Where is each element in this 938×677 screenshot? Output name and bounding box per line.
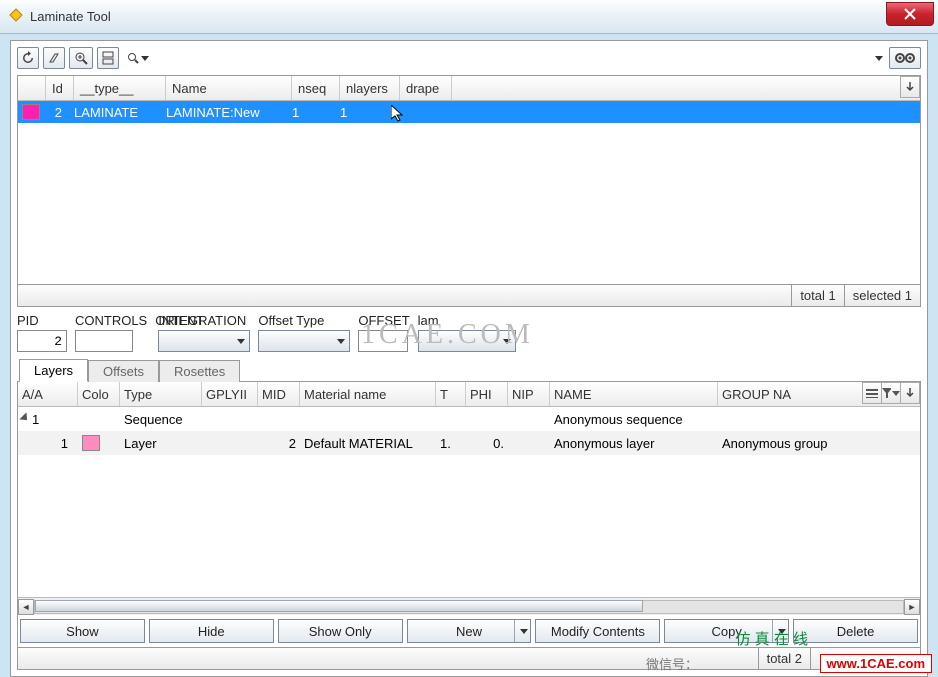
tab-layers[interactable]: Layers	[19, 359, 88, 382]
col-drape[interactable]: drape	[400, 76, 452, 100]
col-nip[interactable]: NIP	[508, 382, 550, 406]
close-button[interactable]	[886, 2, 934, 26]
hide-button[interactable]: Hide	[149, 619, 274, 643]
search-dropdown[interactable]	[123, 47, 153, 69]
pid-input[interactable]	[17, 330, 67, 352]
settings-icon[interactable]	[889, 47, 921, 69]
col-ltype[interactable]: Type	[120, 382, 202, 406]
col-matname[interactable]: Material name	[300, 382, 436, 406]
col-mid[interactable]: MID	[258, 382, 300, 406]
window-body: Id __type__ Name nseq nlayers drape 2 LA…	[10, 40, 928, 677]
integration-combo[interactable]	[158, 330, 250, 352]
col-menu-down-icon[interactable]	[900, 76, 920, 98]
cn-overlay: 仿 真 在 线	[735, 628, 808, 649]
show-button[interactable]: Show	[20, 619, 145, 643]
col-aa[interactable]: A/A	[18, 382, 78, 406]
zoom-plus-icon[interactable]	[69, 47, 93, 69]
tab-offsets[interactable]: Offsets	[88, 360, 159, 382]
horizontal-scrollbar[interactable]: ◄ ►	[18, 597, 920, 615]
cell-name: LAMINATE:New	[160, 103, 286, 122]
laminates-body[interactable]: 2 LAMINATE LAMINATE:New 1 1	[18, 101, 920, 284]
status-total: total 1	[791, 285, 843, 306]
col-gply[interactable]: GPLYII	[202, 382, 258, 406]
col-lname[interactable]: NAME	[550, 382, 718, 406]
status-selected: selected 1	[844, 285, 920, 306]
chevron-down-icon	[141, 56, 149, 61]
controls-input[interactable]	[75, 330, 133, 352]
cell-type: LAMINATE	[68, 103, 160, 122]
label-integration: INTEGRATION	[158, 313, 250, 328]
columns-icon[interactable]	[862, 382, 882, 404]
cell-drape	[394, 110, 446, 114]
app-icon	[8, 7, 24, 26]
label-offset-type: Offset Type	[258, 313, 350, 328]
layers-total: total 2	[758, 648, 810, 669]
layers-body[interactable]: 1 Sequence Anonymous sequence 1 Layer	[18, 407, 920, 597]
col-t[interactable]: T	[436, 382, 466, 406]
label-pid: PID	[17, 313, 67, 328]
col-color[interactable]: Colo	[78, 382, 120, 406]
layer-row-layer[interactable]: 1 Layer 2 Default MATERIAL 1. 0. Anonymo…	[18, 431, 920, 455]
col-nlayers[interactable]: nlayers	[340, 76, 400, 100]
laminate-row-selected[interactable]: 2 LAMINATE LAMINATE:New 1 1	[18, 101, 920, 123]
scroll-left-icon[interactable]: ◄	[18, 599, 34, 615]
watermark: www.1CAE.com	[820, 654, 932, 673]
filter-icon[interactable]	[881, 382, 901, 404]
col-name[interactable]: Name	[166, 76, 292, 100]
col-id[interactable]: Id	[46, 76, 74, 100]
laminates-panel: Id __type__ Name nseq nlayers drape 2 LA…	[17, 75, 921, 307]
watermark-url: www.1CAE.com	[820, 654, 932, 673]
col-phi[interactable]: PHI	[466, 382, 508, 406]
laminates-header: Id __type__ Name nseq nlayers drape	[18, 76, 920, 101]
label-controls: CONTROLS	[75, 313, 147, 328]
detail-tabs: Layers Offsets Rosettes	[17, 358, 921, 382]
cell-nseq: 1	[286, 103, 334, 122]
layer-swatch	[82, 435, 100, 451]
offset-type-combo[interactable]	[258, 330, 350, 352]
window-titlebar: Laminate Tool	[0, 0, 938, 34]
layer-row-sequence[interactable]: 1 Sequence Anonymous sequence	[18, 407, 920, 431]
laminate-properties: PID CONTROLS ORIENT INTEGRATION Offset T…	[17, 311, 921, 354]
window-title: Laminate Tool	[30, 9, 111, 24]
toolbar-overflow[interactable]	[871, 47, 885, 69]
offset-input[interactable]	[358, 330, 408, 352]
wechat-hint: 微信号：	[646, 654, 698, 673]
label-lam: lam	[418, 313, 516, 328]
collapse-expand-icon[interactable]	[97, 47, 119, 69]
layers-status: total 2	[18, 647, 920, 669]
refresh-icon[interactable]	[17, 47, 39, 69]
clear-icon[interactable]	[43, 47, 65, 69]
delete-button[interactable]: Delete	[793, 619, 918, 643]
detail-panel: Layers Offsets Rosettes A/A Colo Type GP…	[17, 358, 921, 670]
tree-toggle-icon[interactable]	[19, 412, 30, 423]
col-group[interactable]: GROUP NA	[718, 382, 863, 406]
layers-header: A/A Colo Type GPLYII MID Material name T…	[18, 382, 920, 407]
col-nseq[interactable]: nseq	[292, 76, 340, 100]
layers-grid: A/A Colo Type GPLYII MID Material name T…	[17, 382, 921, 670]
tab-rosettes[interactable]: Rosettes	[159, 360, 240, 382]
new-button[interactable]: New	[407, 619, 532, 643]
new-dropdown-icon[interactable]	[514, 620, 530, 642]
lam-combo[interactable]	[418, 330, 516, 352]
show-only-button[interactable]: Show Only	[278, 619, 403, 643]
cell-id: 2	[44, 103, 68, 122]
row-swatch	[22, 104, 40, 120]
toolbar	[17, 45, 921, 71]
laminates-status: total 1 selected 1	[18, 284, 920, 306]
scroll-right-icon[interactable]: ►	[904, 599, 920, 615]
sort-down-icon[interactable]	[900, 382, 920, 404]
cell-nlayers: 1	[334, 103, 394, 122]
modify-contents-button[interactable]: Modify Contents	[535, 619, 660, 643]
label-offset: OFFSET	[358, 313, 409, 328]
col-swatch[interactable]	[18, 76, 46, 100]
col-type[interactable]: __type__	[74, 76, 166, 100]
